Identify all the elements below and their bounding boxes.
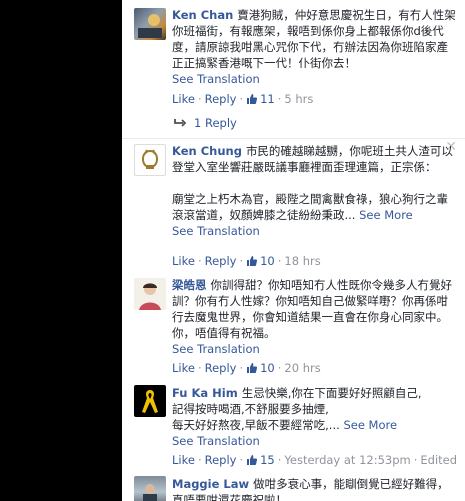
comment-timestamp[interactable]: 18 hrs bbox=[284, 254, 320, 268]
like-count[interactable]: 10 bbox=[246, 361, 275, 375]
divider bbox=[122, 138, 465, 139]
reply-arrow-icon bbox=[174, 119, 187, 127]
reply-link[interactable]: Reply bbox=[205, 361, 237, 375]
edited-label[interactable]: Edited bbox=[420, 453, 457, 467]
separator-dot: · bbox=[277, 453, 282, 467]
like-count[interactable]: 15 bbox=[246, 453, 275, 467]
separator-dot: · bbox=[277, 254, 282, 268]
reply-link[interactable]: Reply bbox=[205, 453, 237, 467]
like-count-value: 15 bbox=[260, 453, 275, 467]
comment-author[interactable]: Maggie Law bbox=[172, 477, 249, 491]
comment-timestamp[interactable]: 20 hrs bbox=[284, 361, 320, 375]
avatar[interactable] bbox=[134, 385, 166, 417]
comment-timestamp[interactable]: Yesterday at 12:53pm bbox=[284, 453, 410, 467]
like-count[interactable]: 10 bbox=[246, 254, 275, 268]
separator-dot: · bbox=[277, 92, 282, 106]
comment-actions: Like · Reply · 10 · 20 hrs bbox=[172, 361, 321, 375]
comment-line-3: 每天好好熬夜,早飯不要經常吃,... bbox=[172, 418, 340, 432]
separator-dot: · bbox=[197, 361, 202, 375]
reply-link[interactable]: Reply bbox=[205, 92, 237, 106]
like-count[interactable]: 11 bbox=[246, 92, 275, 106]
see-translation-link[interactable]: See Translation bbox=[172, 224, 260, 238]
comment-line-2: 記得按時喝酒,不舒服要多抽煙, bbox=[172, 402, 329, 416]
avatar-image bbox=[139, 283, 161, 310]
avatar[interactable] bbox=[134, 8, 166, 40]
comment-text: 你訓得甜？你知唔知冇人性既你令幾多人冇覺好訓？你有冇人性嫁？你知唔知自己做緊咩嘢… bbox=[172, 278, 452, 340]
see-more-link[interactable]: See More bbox=[359, 208, 413, 222]
like-link[interactable]: Like bbox=[172, 453, 195, 467]
comment-author[interactable]: Ken Chan bbox=[172, 8, 233, 22]
separator-dot: · bbox=[277, 361, 282, 375]
avatar[interactable] bbox=[134, 144, 166, 176]
like-link[interactable]: Like bbox=[172, 92, 195, 106]
replies-count-link: 1 Reply bbox=[194, 116, 237, 130]
like-count-value: 10 bbox=[260, 361, 275, 375]
comments-panel: Ken Chan 賣港狗賊，仲好意思慶祝生日，有冇人性架你班福街，有報應架，報唔到… bbox=[122, 0, 465, 501]
comment-body: Fu Ka Him 生忌快樂,你在下面要好好照顧自己, 記得按時喝酒,不舒服要多抽… bbox=[172, 385, 456, 449]
separator-dot: · bbox=[239, 361, 244, 375]
comment-item: Maggie Law 做咁多衰心事，能瞓倒覺已經好難得，真唔要咁還花慶祝啦！ bbox=[122, 474, 465, 501]
separator-dot: · bbox=[239, 453, 244, 467]
avatar-image bbox=[143, 484, 157, 501]
see-translation-link[interactable]: See Translation bbox=[172, 342, 260, 356]
thumbs-up-icon bbox=[247, 94, 258, 104]
see-more-link[interactable]: See More bbox=[343, 418, 397, 432]
separator-dot: · bbox=[197, 254, 202, 268]
comment-actions: Like · Reply · 10 · 18 hrs bbox=[172, 254, 321, 268]
avatar[interactable] bbox=[134, 476, 166, 501]
view-replies[interactable]: 1 Reply bbox=[174, 116, 237, 130]
thumbs-up-icon bbox=[247, 256, 258, 266]
thumbs-up-icon bbox=[247, 363, 258, 373]
comment-timestamp[interactable]: 5 hrs bbox=[284, 92, 313, 106]
comment-author[interactable]: Ken Chung bbox=[172, 144, 242, 158]
comment-actions: Like · Reply · 15 · Yesterday at 12:53pm · Edite… bbox=[172, 453, 457, 467]
like-count-value: 10 bbox=[260, 254, 275, 268]
comment-body: Ken Chung 市民的確越睇越嬲，你呢班土共人渣可以登堂入室坐響莊嚴既議事廳裡… bbox=[172, 143, 456, 239]
comment-author[interactable]: 梁皓恩 bbox=[172, 278, 207, 292]
yellow-ribbon-icon bbox=[142, 390, 158, 413]
comment-body: Ken Chan 賣港狗賊，仲好意思慶祝生日，有冇人性架你班福街，有報應架，報唔到… bbox=[172, 7, 456, 87]
separator-dot: · bbox=[197, 453, 202, 467]
comment-body: 梁皓恩 你訓得甜？你知唔知冇人性既你令幾多人冇覺好訓？你有冇人性嫁？你知唔知自己做… bbox=[172, 277, 456, 357]
separator-dot: · bbox=[413, 453, 418, 467]
comment-line-1: 生忌快樂,你在下面要好好照顧自己, bbox=[241, 386, 422, 400]
separator-dot: · bbox=[239, 92, 244, 106]
comment-item: ✕ Ken Chung 市民的確越睇越嬲，你呢班土共人渣可以登堂入室坐響莊嚴既議事… bbox=[122, 139, 465, 270]
separator-dot: · bbox=[197, 92, 202, 106]
see-translation-link[interactable]: See Translation bbox=[172, 72, 260, 86]
comment-body: Maggie Law 做咁多衰心事，能瞓倒覺已經好難得，真唔要咁還花慶祝啦！ bbox=[172, 476, 456, 501]
like-link[interactable]: Like bbox=[172, 254, 195, 268]
comment-item: 梁皓恩 你訓得甜？你知唔知冇人性既你令幾多人冇覺好訓？你有冇人性嫁？你知唔知自己做… bbox=[122, 276, 465, 380]
comment-actions: Like · Reply · 11 · 5 hrs bbox=[172, 92, 313, 106]
comment-author[interactable]: Fu Ka Him bbox=[172, 386, 238, 400]
comment-item: Ken Chan 賣港狗賊，仲好意思慶祝生日，有冇人性架你班福街，有報應架，報唔到… bbox=[122, 0, 465, 132]
avatar-image bbox=[138, 14, 162, 38]
comment-item: Fu Ka Him 生忌快樂,你在下面要好好照顧自己, 記得按時喝酒,不舒服要多抽… bbox=[122, 383, 465, 471]
avatar[interactable] bbox=[134, 278, 166, 310]
separator-dot: · bbox=[239, 254, 244, 268]
reply-link[interactable]: Reply bbox=[205, 254, 237, 268]
see-translation-link[interactable]: See Translation bbox=[172, 434, 260, 448]
like-count-value: 11 bbox=[260, 92, 275, 106]
like-link[interactable]: Like bbox=[172, 361, 195, 375]
thumbs-up-icon bbox=[247, 455, 258, 465]
avatar-image bbox=[141, 149, 159, 169]
